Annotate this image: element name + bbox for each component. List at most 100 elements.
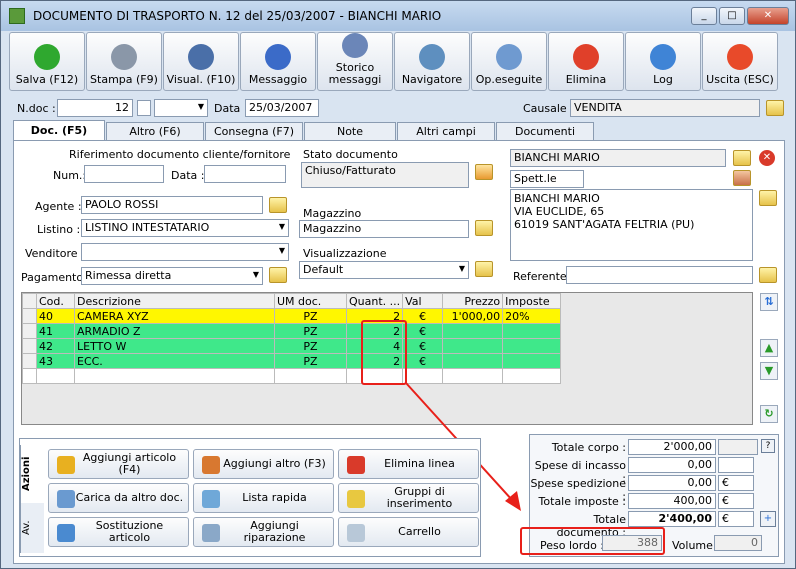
toolbar-button-7[interactable]: Elimina [548,32,624,91]
toolbar-button-2[interactable]: Visual. (F10) [163,32,239,91]
ndoc-field[interactable]: 12 [57,99,133,117]
help-button[interactable]: ? [761,439,775,453]
grid-cell[interactable]: € [402,353,444,369]
grid-header[interactable]: UM doc. [274,293,347,309]
grid-cell[interactable]: PZ [274,338,347,354]
tab-0[interactable]: Doc. (F5) [13,120,105,140]
grid-cell[interactable]: CAMERA XYZ [74,308,275,324]
tab-5[interactable]: Documenti [496,122,594,140]
totals-detail-icon[interactable]: + [760,511,776,527]
close-button[interactable]: ✕ [747,7,789,25]
minimize-button[interactable]: _ [691,7,717,25]
tab-1[interactable]: Altro (F6) [106,122,204,140]
grid-cell[interactable] [442,323,504,339]
grid-header[interactable]: Quant. ... [345,293,404,309]
toolbar-button-5[interactable]: Navigatore [394,32,470,91]
grid-header[interactable]: Val [402,293,444,309]
grid-cell[interactable]: 20% [502,308,562,324]
referente-folder-icon[interactable] [759,267,777,283]
tab-4[interactable]: Altri campi [397,122,495,140]
table-row[interactable]: 42 LETTO W PZ 4 € [22,338,562,354]
total-currency[interactable]: € [718,511,754,527]
total-value[interactable]: 0,00 [628,475,716,491]
cliente-field[interactable]: BIANCHI MARIO [510,149,726,167]
visual-folder-icon[interactable] [475,261,493,277]
grid-cell[interactable] [74,368,275,384]
action-button-4[interactable]: Lista rapida [193,483,334,513]
causale-folder-icon[interactable] [766,100,784,116]
grid-header[interactable]: Descrizione [74,293,275,309]
table-row[interactable]: 41 ARMADIO Z PZ 2 € [22,323,562,339]
tab-av[interactable]: Av. [20,503,44,553]
action-button-0[interactable]: Aggiungi articolo (F4) [48,449,189,479]
address-folder-icon[interactable] [759,190,777,206]
total-currency[interactable] [718,457,754,473]
refresh-icon[interactable]: ↻ [760,405,778,423]
row-selector[interactable] [22,338,37,354]
action-button-1[interactable]: Aggiungi altro (F3) [193,449,334,479]
table-row[interactable]: 40 CAMERA XYZ PZ 2 €1'000,00 20% [22,308,562,324]
table-row[interactable]: 43 ECC. PZ 2 € [22,353,562,369]
toolbar-button-6[interactable]: Op.eseguite [471,32,547,91]
agente-folder-icon[interactable] [269,197,287,213]
toolbar-button-9[interactable]: Uscita (ESC) [702,32,778,91]
row-selector[interactable] [22,308,37,324]
grid-header[interactable]: Imposte [502,293,562,309]
total-currency[interactable] [718,439,758,455]
listino-combo[interactable]: LISTINO INTESTATARIO [81,219,289,237]
pagamento-folder-icon[interactable] [269,267,287,283]
total-currency[interactable]: € [718,475,754,491]
action-button-2[interactable]: Elimina linea [338,449,479,479]
toolbar-button-0[interactable]: Salva (F12) [9,32,85,91]
sort-icon[interactable]: ⇅ [760,293,778,311]
action-button-5[interactable]: Gruppi di inserimento [338,483,479,513]
grid-cell[interactable]: € [402,323,444,339]
causale-field[interactable]: VENDITA [570,99,760,117]
grid-cell[interactable]: 43 [36,353,75,369]
tab-2[interactable]: Consegna (F7) [205,122,303,140]
rif-data-field[interactable] [204,165,286,183]
agente-field[interactable]: PAOLO ROSSI [81,196,263,214]
cliente-delete-icon[interactable]: ✕ [759,150,775,166]
grid-cell[interactable] [502,338,562,354]
total-value[interactable]: 0,00 [628,457,716,473]
grid-cell[interactable]: PZ [274,353,347,369]
grid-cell[interactable]: 1'000,00 [442,308,504,324]
grid-cell[interactable] [274,368,347,384]
grid-cell[interactable]: PZ [274,308,347,324]
num-field[interactable] [84,165,164,183]
row-selector[interactable] [22,353,37,369]
toolbar-button-8[interactable]: Log [625,32,701,91]
address-box[interactable]: BIANCHI MARIO VIA EUCLIDE, 65 61019 SANT… [510,189,753,261]
toolbar-button-1[interactable]: Stampa (F9) [86,32,162,91]
action-button-7[interactable]: Aggiungi riparazione [193,517,334,547]
magazzino-field[interactable]: Magazzino [299,220,469,238]
grid-cell[interactable]: ECC. [74,353,275,369]
ndoc-checkbox[interactable] [137,100,151,116]
spett-field[interactable]: Spett.le [510,170,584,188]
total-value[interactable]: 2'000,00 [628,439,716,455]
grid-cell[interactable] [36,368,75,384]
grid-header[interactable]: Prezzo [442,293,504,309]
grid-cell[interactable]: 42 [36,338,75,354]
volume-field[interactable]: 0 [714,535,762,551]
total-value[interactable]: 2'400,00 [628,511,716,527]
toolbar-button-4[interactable]: Storico messaggi [317,32,393,91]
grid-cell[interactable] [502,323,562,339]
tab-3[interactable]: Note [304,122,396,140]
venditore-combo[interactable] [81,243,289,261]
data-field[interactable]: 25/03/2007 [245,99,319,117]
stato-edit-icon[interactable] [475,164,493,180]
grid-cell[interactable] [442,338,504,354]
referente-field[interactable] [566,266,753,284]
action-button-6[interactable]: Sostituzione articolo [48,517,189,547]
grid-cell[interactable]: ARMADIO Z [74,323,275,339]
grid-cell[interactable] [442,353,504,369]
toolbar-button-3[interactable]: Messaggio [240,32,316,91]
row-selector[interactable] [22,323,37,339]
total-value[interactable]: 400,00 [628,493,716,509]
cliente-folder-icon[interactable] [733,150,751,166]
grid-cell[interactable] [22,368,37,384]
tab-azioni[interactable]: Azioni [20,445,44,503]
action-button-8[interactable]: Carrello [338,517,479,547]
